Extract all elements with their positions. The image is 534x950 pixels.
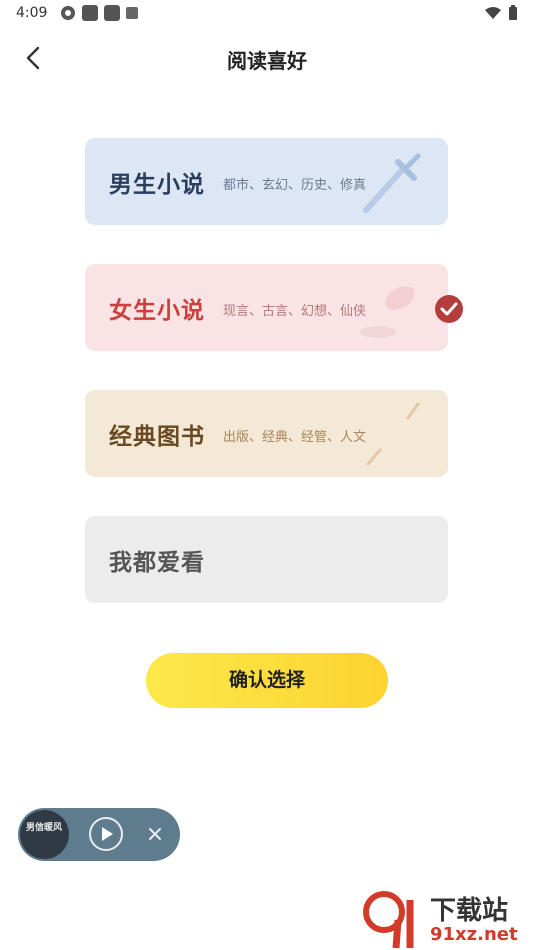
card-subtitle: 出版、经典、经管、人文 [223, 430, 367, 445]
close-icon[interactable] [145, 824, 165, 844]
page-title: 阅读喜好 [227, 49, 307, 73]
status-time: 4:09 [16, 5, 48, 21]
feather-icon [366, 402, 420, 466]
notification-icons [60, 5, 138, 21]
cover-title: 男信暖风 [26, 823, 63, 833]
card-title: 女生小说 [109, 298, 205, 324]
album-cover[interactable]: 男信暖风 [20, 810, 69, 859]
watermark-logo-icon [363, 891, 414, 949]
petal-icon [360, 286, 415, 338]
card-title: 我都爱看 [109, 550, 205, 576]
mini-player[interactable]: 男信暖风 [18, 808, 180, 861]
watermark-text: 下载站 [430, 896, 509, 926]
card-subtitle: 都市、玄幻、历史、修真 [223, 178, 367, 193]
sword-icon [363, 153, 421, 213]
app-notification-icon [61, 6, 75, 20]
watermark: 下载站 91xz.net [362, 890, 534, 950]
preference-card-female[interactable]: 女生小说 现言、古言、幻想、仙侠 [85, 264, 448, 351]
card-title: 经典图书 [109, 424, 205, 450]
confirm-button[interactable]: 确认选择 [146, 653, 388, 708]
preference-card-classic[interactable]: 经典图书 出版、经典、经管、人文 [85, 390, 448, 477]
app-notification-icon [126, 7, 138, 19]
preference-card-all[interactable]: 我都爱看 [85, 516, 448, 603]
battery-icon [509, 5, 517, 20]
app-notification-icon [82, 5, 98, 21]
card-title: 男生小说 [109, 172, 205, 198]
preference-card-male[interactable]: 男生小说 都市、玄幻、历史、修真 [85, 138, 448, 225]
system-icons [484, 5, 518, 21]
navigation-bar: 阅读喜好 [0, 38, 534, 78]
play-icon[interactable] [88, 816, 124, 852]
app-notification-icon [104, 5, 120, 21]
selected-check-icon [435, 295, 463, 323]
watermark-url: 91xz.net [430, 924, 518, 945]
status-bar: 4:09 [0, 0, 534, 28]
card-subtitle: 现言、古言、幻想、仙侠 [223, 304, 367, 319]
wifi-icon [485, 7, 501, 19]
